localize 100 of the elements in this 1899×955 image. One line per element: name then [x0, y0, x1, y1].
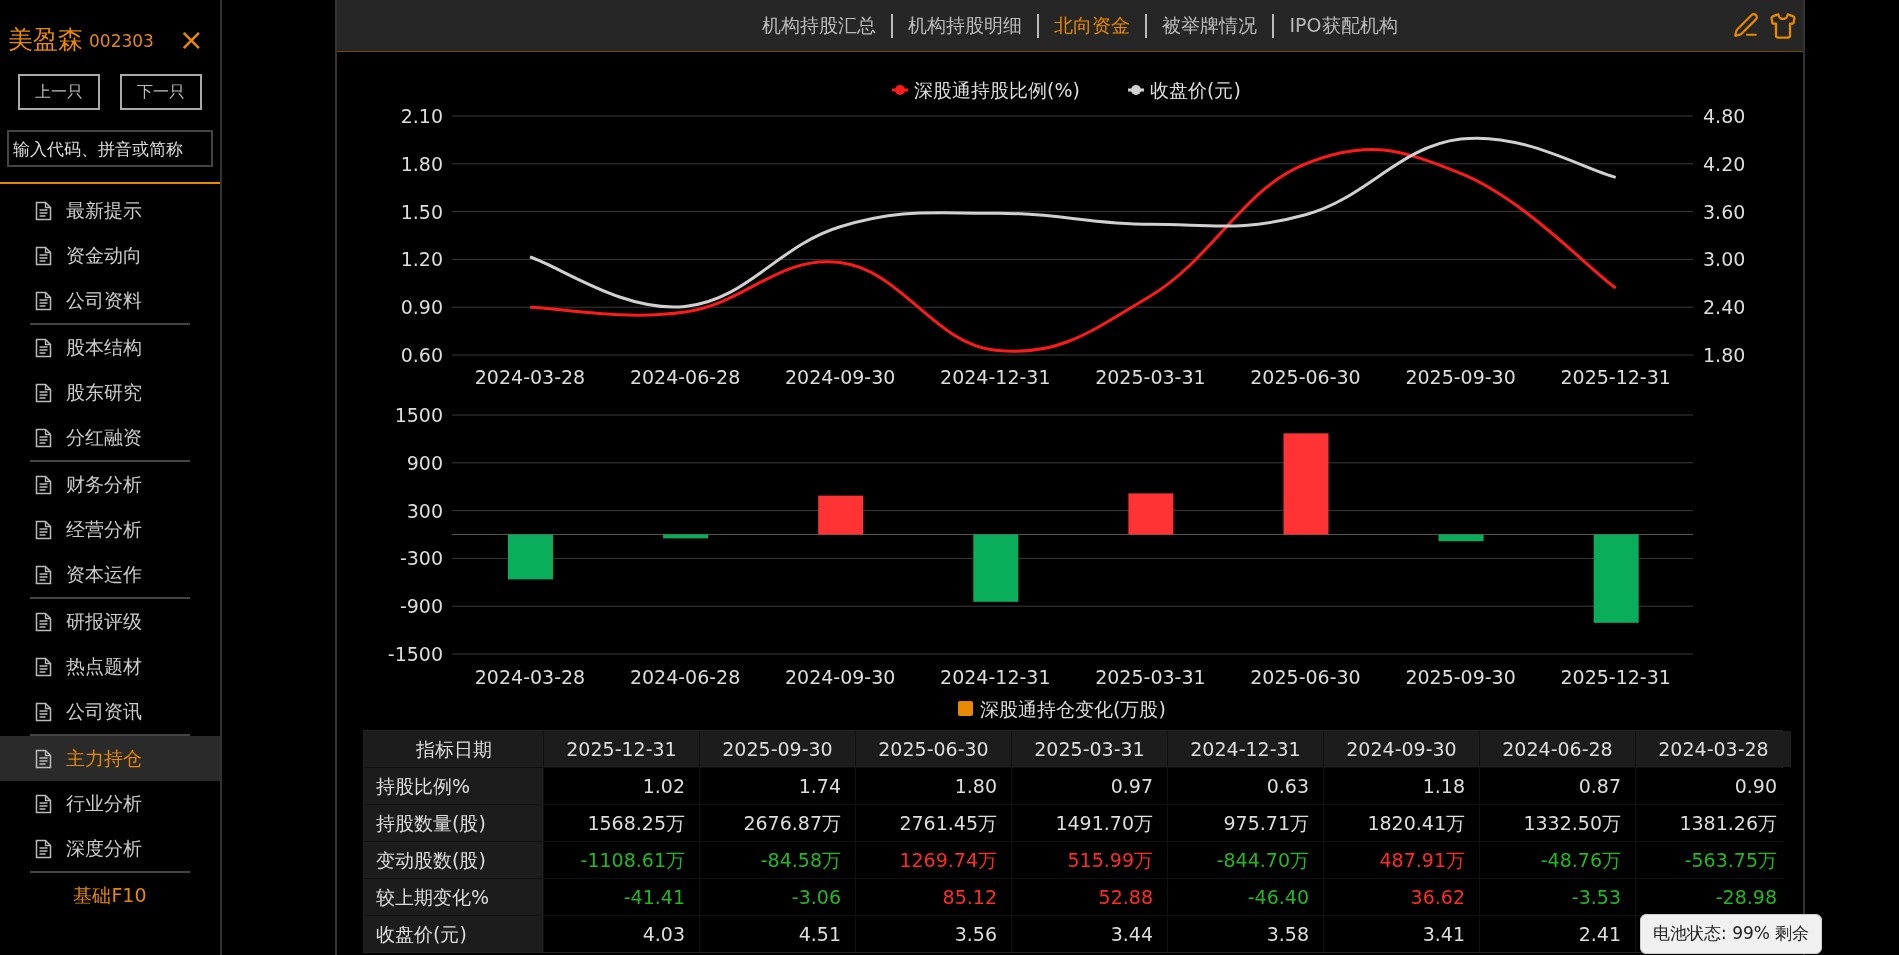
table-cell: 52.88	[1012, 879, 1167, 915]
table-cell: 1820.41万	[1324, 805, 1479, 841]
axis-label: 2024-12-31	[940, 366, 1051, 388]
menu-item[interactable]: 分红融资	[0, 415, 220, 460]
close-button[interactable]: ×	[178, 25, 204, 55]
column-header: 2025-09-30	[700, 731, 855, 767]
change-bar	[818, 495, 864, 535]
axis-label: 300	[406, 499, 443, 522]
document-icon	[35, 245, 52, 266]
menu-item[interactable]: 资本运作	[0, 552, 220, 597]
document-icon	[35, 838, 52, 859]
column-header: 2024-03-28	[1636, 731, 1791, 767]
legend-marker-icon	[958, 701, 973, 716]
change-bar	[663, 534, 709, 539]
change-bar	[508, 534, 553, 580]
stock-code: 002303	[89, 30, 154, 54]
axis-label: -300	[399, 547, 443, 570]
table-cell: -3.53	[1480, 879, 1635, 915]
table-cell: -844.70万	[1168, 842, 1323, 878]
axis-label: 2025-06-30	[1250, 366, 1361, 388]
search-field[interactable]: 输入代码、拼音或简称	[7, 130, 213, 167]
table-cell: 2761.45万	[856, 805, 1011, 841]
table-cell: 1568.25万	[544, 805, 699, 841]
nav-button[interactable]: 上一只	[18, 74, 100, 110]
axis-label: 0.90	[400, 296, 443, 319]
row-header: 变动股数(股)	[364, 842, 543, 878]
change-bar	[1438, 534, 1484, 542]
table-cell: 3.44	[1012, 916, 1167, 952]
axis-label: 1500	[394, 404, 443, 426]
document-icon	[35, 519, 52, 540]
axis-label: 2025-12-31	[1560, 366, 1671, 388]
menu-item[interactable]: 研报评级	[0, 599, 220, 644]
legend-label: 深股通持股比例(%)	[914, 79, 1080, 101]
tab[interactable]: 机构持股明细	[908, 11, 1023, 40]
row-header: 收盘价(元)	[364, 916, 543, 952]
axis-label: 1.80	[400, 152, 443, 175]
menu-item[interactable]: 股本结构	[0, 325, 220, 370]
menu-item[interactable]: 股东研究	[0, 370, 220, 415]
table-cell: 2.41	[1480, 916, 1635, 952]
nav-button[interactable]: 下一只	[120, 74, 202, 110]
table-cell: 1.74	[700, 768, 855, 804]
basic-f10-link[interactable]: 基础F10	[73, 881, 147, 910]
menu-item[interactable]: 公司资料	[0, 278, 220, 323]
document-icon	[35, 656, 52, 677]
change-bar	[973, 534, 1019, 602]
menu-item[interactable]: 经营分析	[0, 507, 220, 552]
table-cell: 1.80	[856, 768, 1011, 804]
table-cell: 1.18	[1324, 768, 1479, 804]
axis-label: 2025-03-31	[1095, 666, 1206, 688]
axis-label: 2024-06-28	[629, 366, 741, 388]
menu-item[interactable]: 最新提示	[0, 188, 220, 233]
menu-item[interactable]: 主力持仓	[0, 736, 220, 781]
axis-label: 2024-06-28	[629, 666, 741, 688]
table-cell: 36.62	[1324, 879, 1479, 915]
menu-item[interactable]: 公司资讯	[0, 689, 220, 734]
table-cell: 0.87	[1480, 768, 1635, 804]
table-cell: 487.91万	[1324, 842, 1479, 878]
edit-icon[interactable]	[1733, 12, 1759, 38]
column-header: 2024-09-30	[1324, 731, 1479, 767]
menu-item[interactable]: 资金动向	[0, 233, 220, 278]
document-icon	[35, 290, 52, 311]
table-cell: -84.58万	[700, 842, 855, 878]
tab[interactable]: 被举牌情况	[1162, 11, 1258, 40]
legend-label: 深股通持仓变化(万股)	[980, 698, 1166, 720]
tab[interactable]: 北向资金	[1054, 11, 1131, 40]
tab[interactable]: 机构持股汇总	[762, 11, 877, 40]
column-header: 2025-12-31	[544, 731, 699, 767]
axis-label: 4.80	[1703, 105, 1746, 127]
axis-label: 4.20	[1703, 152, 1746, 175]
table-cell: 515.99万	[1012, 842, 1167, 878]
menu-item[interactable]: 深度分析	[0, 826, 220, 871]
menu-item[interactable]: 热点题材	[0, 644, 220, 689]
table-cell: 4.51	[700, 916, 855, 952]
axis-label: 2025-12-31	[1560, 666, 1671, 688]
axis-label: 3.00	[1703, 248, 1746, 271]
column-header: 2024-12-31	[1168, 731, 1323, 767]
table-cell: -48.76万	[1480, 842, 1635, 878]
row-header: 持股比例%	[364, 768, 543, 804]
axis-label: 3.60	[1703, 200, 1746, 223]
menu-item[interactable]: 财务分析	[0, 462, 220, 507]
table-cell: 1491.70万	[1012, 805, 1167, 841]
legend-label: 收盘价(元)	[1150, 79, 1241, 101]
menu-item[interactable]: 行业分析	[0, 781, 220, 826]
document-icon	[35, 793, 52, 814]
table-cell: 1.02	[544, 768, 699, 804]
column-header: 2025-03-31	[1012, 731, 1167, 767]
shirt-icon[interactable]	[1769, 12, 1797, 40]
table-cell: -46.40	[1168, 879, 1323, 915]
document-icon	[35, 701, 52, 722]
column-header: 2024-06-28	[1480, 731, 1635, 767]
axis-label: 2025-03-31	[1095, 366, 1206, 388]
axis-label: 2.40	[1703, 296, 1746, 319]
axis-label: 2025-09-30	[1405, 366, 1516, 388]
document-icon	[35, 474, 52, 495]
row-header: 持股数量(股)	[364, 805, 543, 841]
document-icon	[35, 337, 52, 358]
tab[interactable]: IPO获配机构	[1289, 11, 1398, 40]
axis-label: 2025-06-30	[1250, 666, 1361, 688]
column-header: 指标日期	[364, 731, 543, 767]
table-cell: 3.41	[1324, 916, 1479, 952]
